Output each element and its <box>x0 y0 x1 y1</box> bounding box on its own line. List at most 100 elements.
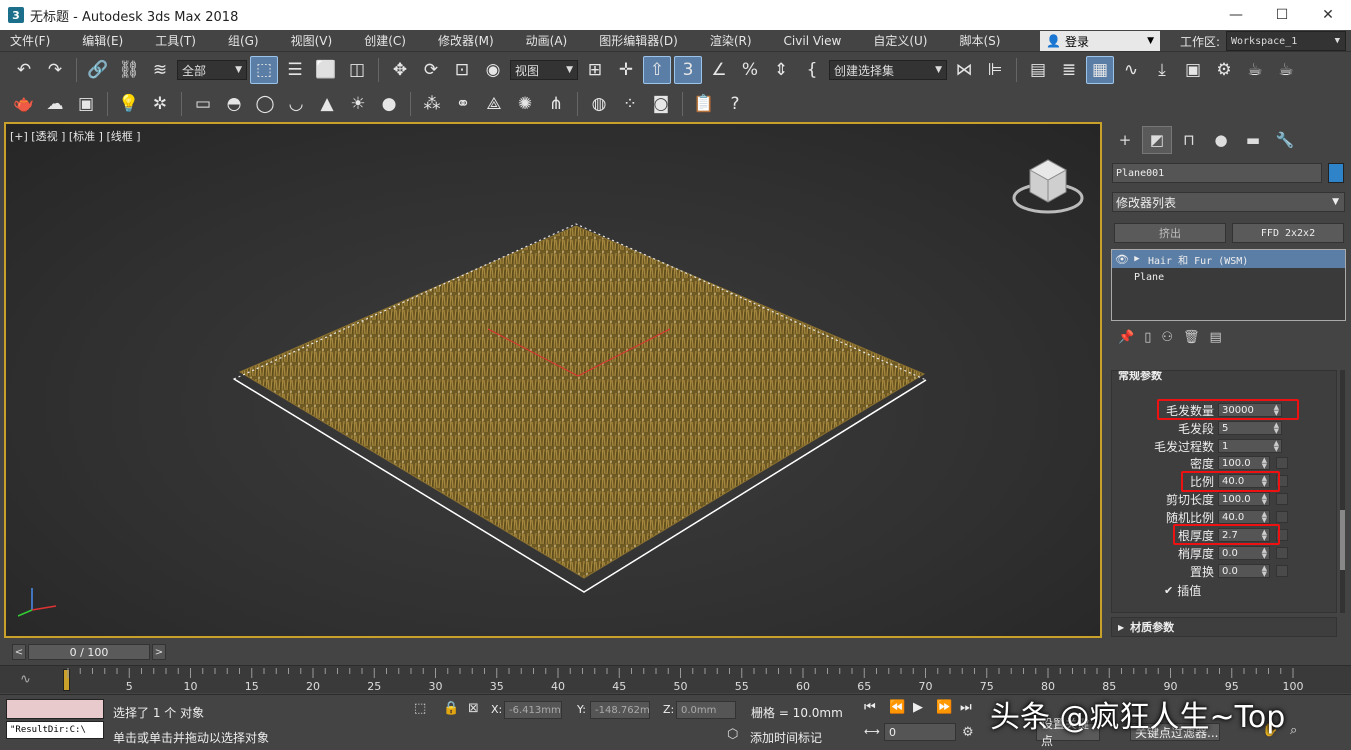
key-mode-icon[interactable]: ⟷ <box>864 725 880 738</box>
z-coordinate[interactable]: 0.0mm <box>676 701 736 719</box>
time-slider-thumb[interactable]: 0 / 100 <box>28 644 150 660</box>
molecule-icon[interactable]: ⚭ <box>449 90 477 118</box>
ref-coord-dropdown[interactable]: 视图 ▼ <box>510 60 578 80</box>
ffd-button[interactable]: FFD 2x2x2 <box>1232 223 1344 243</box>
gear-icon[interactable]: ✺ <box>511 90 539 118</box>
material-sphere-icon[interactable]: ◍ <box>585 90 613 118</box>
move-icon[interactable]: ✥ <box>386 56 414 84</box>
bowl-icon[interactable]: ◡ <box>282 90 310 118</box>
select-by-name-icon[interactable]: ☰ <box>281 56 309 84</box>
pin-stack-icon[interactable]: 📌 <box>1118 330 1134 348</box>
menu-views[interactable]: 视图(V) <box>281 32 343 49</box>
snaps-toggle-icon[interactable]: 3 <box>674 56 702 84</box>
param-spinner[interactable]: 40.0 ▲ ▼ <box>1218 510 1270 524</box>
isolate-selection-icon[interactable]: ⬚ <box>414 701 426 716</box>
link-icon[interactable]: 🔗 <box>84 56 112 84</box>
prev-key-icon[interactable]: ⏪ <box>889 700 905 715</box>
unlink-icon[interactable]: ⛓ <box>115 56 143 84</box>
selection-filter-dropdown[interactable]: 全部 ▼ <box>177 60 247 80</box>
menu-group[interactable]: 组(G) <box>218 32 269 49</box>
panel-scrollbar[interactable] <box>1340 370 1345 613</box>
menu-customize[interactable]: 自定义(U) <box>863 32 937 49</box>
make-unique-icon[interactable]: ⚇ <box>1161 330 1173 348</box>
color-dots-icon[interactable]: ⁘ <box>616 90 644 118</box>
select-manipulate-icon[interactable]: ✛ <box>612 56 640 84</box>
param-spinner[interactable]: 5 ▲ ▼ <box>1218 421 1282 435</box>
sphere-icon[interactable]: ● <box>375 90 403 118</box>
modify-tab-icon[interactable]: ◩ <box>1142 126 1172 154</box>
named-selection-dropdown[interactable]: 创建选择集 ▼ <box>829 60 947 80</box>
time-config-icon[interactable]: ⚙ <box>962 725 974 740</box>
undo-icon[interactable]: ↶ <box>10 56 38 84</box>
render-setup-icon[interactable]: ⚙ <box>1210 56 1238 84</box>
param-spinner[interactable]: 0.0 ▲ ▼ <box>1218 546 1270 560</box>
edit-named-selection-icon[interactable]: { <box>798 56 826 84</box>
help-icon[interactable]: ? <box>721 90 749 118</box>
perspective-viewport[interactable]: [+] [透视 ] [标准 ] [线框 ] <box>4 122 1102 638</box>
clipboard-icon[interactable]: 📋 <box>690 90 718 118</box>
create-tab-icon[interactable]: + <box>1110 126 1140 154</box>
maximize-button[interactable]: ☐ <box>1259 0 1305 30</box>
place-icon[interactable]: ◉ <box>479 56 507 84</box>
rollout-title[interactable]: 常规参数 <box>1118 371 1162 383</box>
menu-graph-editors[interactable]: 图形编辑器(D) <box>589 32 688 49</box>
schematic-view-icon[interactable]: ⤓ <box>1148 56 1176 84</box>
goto-end-icon[interactable]: ⏭ <box>960 700 972 715</box>
login-dropdown[interactable]: 👤 登录 ▼ <box>1040 31 1160 51</box>
menu-modifiers[interactable]: 修改器(M) <box>428 32 504 49</box>
next-frame-button[interactable]: > <box>152 644 166 660</box>
rotate-icon[interactable]: ⟳ <box>417 56 445 84</box>
absolute-mode-icon[interactable]: ⊠ <box>468 701 479 716</box>
menu-animation[interactable]: 动画(A) <box>516 32 578 49</box>
menu-civil-view[interactable]: Civil View <box>774 34 852 48</box>
menu-scripting[interactable]: 脚本(S) <box>949 32 1010 49</box>
menu-file[interactable]: 文件(F) <box>0 32 60 49</box>
time-tag-icon[interactable]: ⬡ <box>727 727 738 742</box>
scrollbar-thumb[interactable] <box>1340 510 1345 570</box>
goto-start-icon[interactable]: ⏮ <box>864 700 876 715</box>
light-lister-icon[interactable]: 💡 <box>115 90 143 118</box>
extrude-button[interactable]: 挤出 <box>1114 223 1226 243</box>
track-bar[interactable]: ∿ 5 10 15 20 25 30 35 40 45 50 55 60 65 70 75 80 85 90 95 1… <box>0 665 1351 693</box>
pyramid-icon[interactable]: ⟁ <box>480 90 508 118</box>
object-color-swatch[interactable] <box>1328 163 1344 183</box>
maxscript-output[interactable]: "ResultDir:C:\ <box>6 721 104 739</box>
object-name-field[interactable]: Plane001 <box>1112 163 1322 183</box>
curve-editor-mini-icon[interactable]: ∿ <box>20 672 31 687</box>
param-spinner[interactable]: 1 ▲ ▼ <box>1218 439 1282 453</box>
maxscript-listener[interactable] <box>6 699 104 719</box>
torus-icon[interactable]: ◯ <box>251 90 279 118</box>
angle-snap-icon[interactable]: ∠ <box>705 56 733 84</box>
add-time-tag[interactable]: 添加时间标记 <box>750 729 822 746</box>
window-crossing-icon[interactable]: ◫ <box>343 56 371 84</box>
hierarchy-tab-icon[interactable]: ⊓ <box>1174 126 1204 154</box>
pivot-center-icon[interactable]: ⊞ <box>581 56 609 84</box>
configure-sets-icon[interactable]: ▤ <box>1210 330 1222 348</box>
sun-icon[interactable]: ☀ <box>344 90 372 118</box>
scale-icon[interactable]: ⊡ <box>448 56 476 84</box>
material-editor-icon[interactable]: ▣ <box>1179 56 1207 84</box>
render-production-icon[interactable]: ☕ <box>1272 56 1300 84</box>
stack-item-plane[interactable]: Plane <box>1112 268 1345 286</box>
curve-editor-icon[interactable]: ∿ <box>1117 56 1145 84</box>
mirror-icon[interactable]: ⋈ <box>950 56 978 84</box>
utilities-tab-icon[interactable]: 🔧 <box>1270 126 1300 154</box>
bind-space-warp-icon[interactable]: ≋ <box>146 56 174 84</box>
rendered-frame-window-icon[interactable]: ☕ <box>1241 56 1269 84</box>
layer-explorer-icon[interactable]: ≣ <box>1055 56 1083 84</box>
ribbon-toggle-icon[interactable]: ▦ <box>1086 56 1114 84</box>
interpolate-checkbox[interactable]: ✔ 插值 <box>1164 582 1201 599</box>
expand-arrow-icon[interactable]: ▶ <box>1130 254 1144 264</box>
map-button[interactable] <box>1276 511 1288 523</box>
stack-item-hair-fur[interactable]: 👁 ▶ Hair 和 Fur (WSM) <box>1112 250 1345 268</box>
map-button[interactable] <box>1276 547 1288 559</box>
map-button[interactable] <box>1276 493 1288 505</box>
cloud-icon[interactable]: ☁ <box>41 90 69 118</box>
prev-frame-button[interactable]: < <box>12 644 26 660</box>
camera-icon[interactable]: ✲ <box>146 90 174 118</box>
keyboard-shortcut-override-icon[interactable]: ⇧ <box>643 56 671 84</box>
close-button[interactable]: ✕ <box>1305 0 1351 30</box>
hemisphere-icon[interactable]: ◓ <box>220 90 248 118</box>
spinner-snap-icon[interactable]: ⇕ <box>767 56 795 84</box>
play-icon[interactable]: ▶ <box>913 700 923 715</box>
